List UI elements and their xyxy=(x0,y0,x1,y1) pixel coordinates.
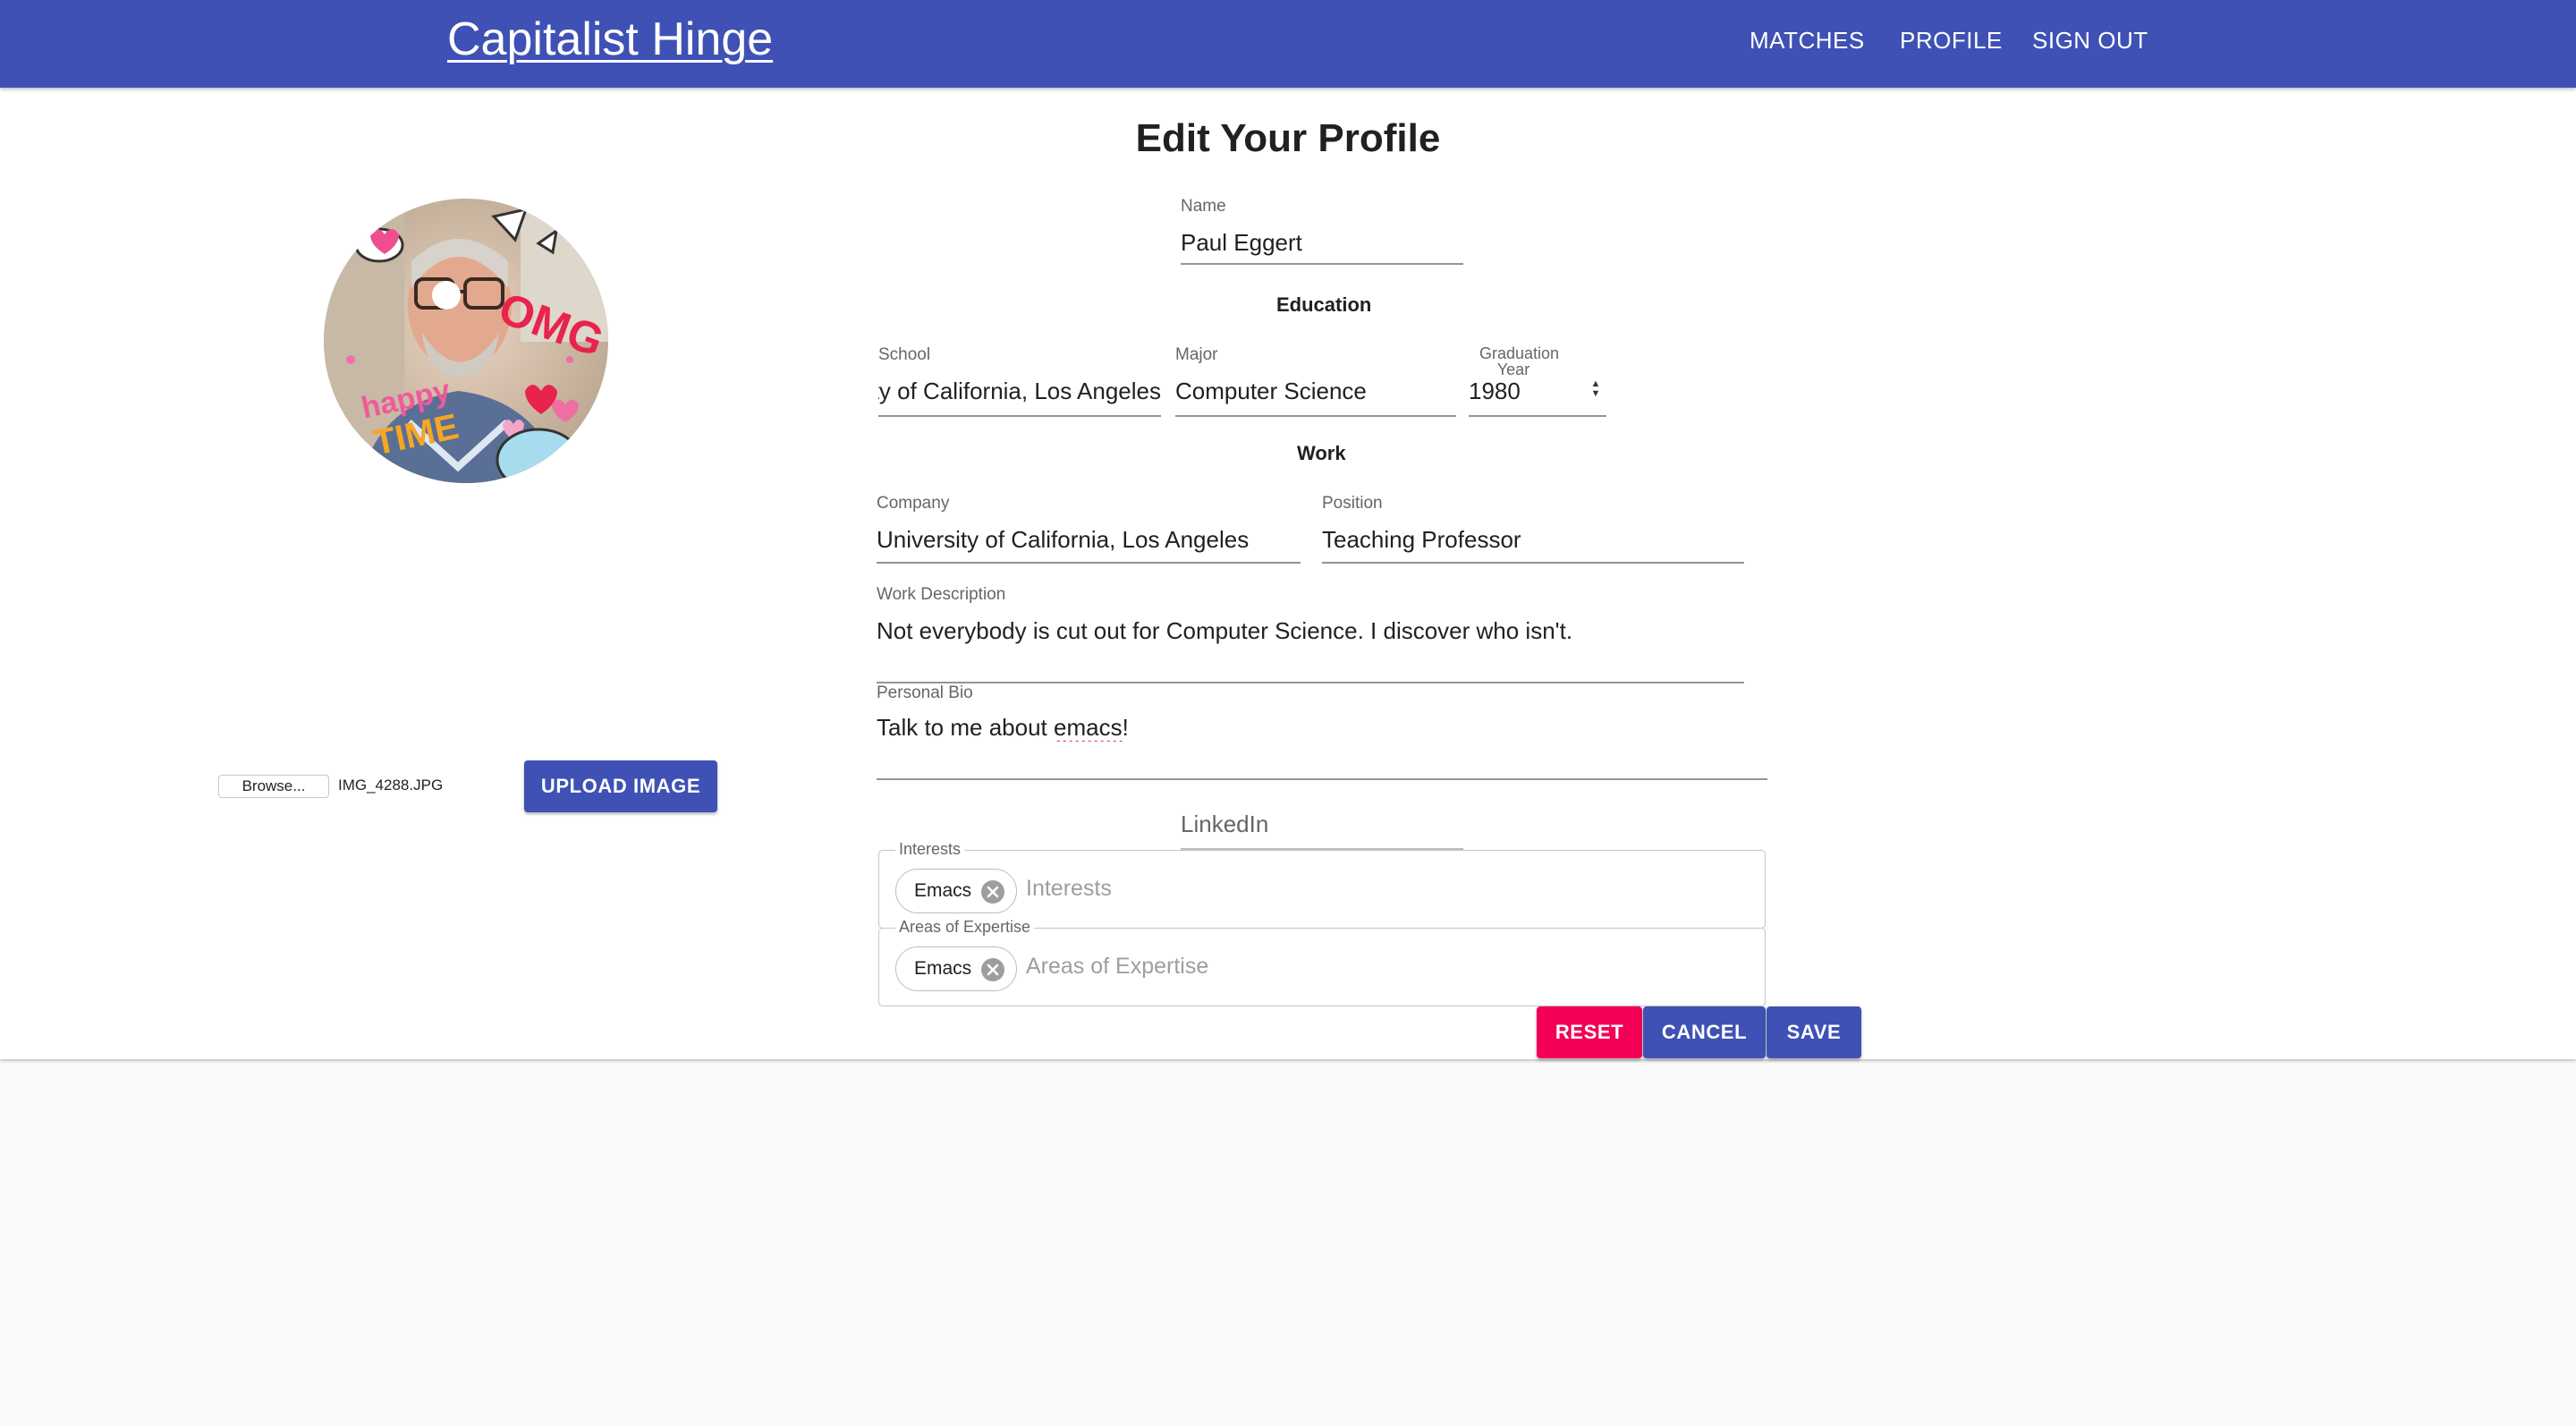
position-input[interactable]: Teaching Professor xyxy=(1322,526,1521,554)
major-input[interactable]: Computer Science xyxy=(1175,378,1367,405)
graduation-year-label: Graduation Year xyxy=(1479,344,1560,378)
graduation-year-input[interactable]: 1980 xyxy=(1469,378,1521,405)
interest-chip[interactable]: Emacs xyxy=(895,869,1017,913)
expertise-chip[interactable]: Emacs xyxy=(895,946,1017,991)
chip-label: Emacs xyxy=(914,880,972,901)
major-label: Major xyxy=(1175,345,1218,364)
chip-delete-icon[interactable] xyxy=(980,957,1005,982)
work-description-field[interactable]: Work Description Not everybody is cut ou… xyxy=(877,585,1744,683)
work-description-label: Work Description xyxy=(877,585,1006,604)
interests-field[interactable]: Interests Emacs Interests xyxy=(878,840,1766,929)
chip-delete-icon[interactable] xyxy=(980,879,1005,904)
expertise-label: Areas of Expertise xyxy=(895,918,1035,937)
page-title: Edit Your Profile xyxy=(1135,116,1441,160)
profile-avatar: OMG happy TIME xyxy=(324,199,608,483)
work-description-input[interactable]: Not everybody is cut out for Computer Sc… xyxy=(877,617,1572,645)
company-label: Company xyxy=(877,494,950,513)
upload-image-button[interactable]: UPLOAD IMAGE xyxy=(524,760,717,812)
interests-input-placeholder[interactable]: Interests xyxy=(1026,876,1112,902)
school-input[interactable]: University of California, Los Angeles xyxy=(878,378,1161,405)
position-field[interactable]: Position Teaching Professor xyxy=(1322,494,1744,564)
personal-bio-input[interactable]: Talk to me about emacs! xyxy=(877,714,1129,742)
bio-text-after: ! xyxy=(1122,714,1129,741)
work-heading: Work xyxy=(1297,442,1346,464)
company-field[interactable]: Company University of California, Los An… xyxy=(877,494,1301,564)
nav-matches-link[interactable]: MATCHES xyxy=(1750,27,1865,55)
school-label: School xyxy=(878,345,931,364)
linkedin-field[interactable]: LinkedIn xyxy=(1181,796,1463,850)
browse-file-button[interactable]: Browse... xyxy=(218,775,329,798)
personal-bio-field[interactable]: Personal Bio Talk to me about emacs! xyxy=(877,683,1767,780)
app-title-link[interactable]: Capitalist Hinge xyxy=(447,13,773,66)
name-label: Name xyxy=(1181,197,1226,216)
graduation-year-field[interactable]: Graduation Year 1980 ▲ ▼ xyxy=(1469,345,1606,417)
name-input[interactable]: Paul Eggert xyxy=(1181,229,1302,257)
expertise-input-placeholder[interactable]: Areas of Expertise xyxy=(1026,954,1208,980)
linkedin-input-placeholder[interactable]: LinkedIn xyxy=(1181,811,1268,838)
app-bar: Capitalist Hinge MATCHES PROFILE SIGN OU… xyxy=(0,0,2576,88)
major-field[interactable]: Major Computer Science xyxy=(1175,345,1456,417)
position-label: Position xyxy=(1322,494,1383,513)
avatar-image: OMG happy TIME xyxy=(324,199,608,483)
school-value: University of California, Los Angeles xyxy=(878,378,1161,404)
spellcheck-word: emacs xyxy=(1054,714,1123,741)
cancel-button[interactable]: CANCEL xyxy=(1643,1006,1766,1058)
selected-file-name: IMG_4288.JPG xyxy=(338,777,444,794)
number-spinner-icon[interactable]: ▲ ▼ xyxy=(1589,379,1603,401)
interests-label: Interests xyxy=(895,840,965,859)
expertise-field[interactable]: Areas of Expertise Emacs Areas of Expert… xyxy=(878,918,1766,1006)
company-input[interactable]: University of California, Los Angeles xyxy=(877,526,1249,554)
bio-text-before: Talk to me about xyxy=(877,714,1054,741)
education-heading: Education xyxy=(1276,293,1372,316)
save-button[interactable]: SAVE xyxy=(1767,1006,1861,1058)
personal-bio-label: Personal Bio xyxy=(877,683,973,702)
chip-label: Emacs xyxy=(914,958,972,979)
nav-profile-link[interactable]: PROFILE xyxy=(1900,27,2003,55)
name-field[interactable]: Name Paul Eggert xyxy=(1181,197,1463,265)
school-field[interactable]: School University of California, Los Ang… xyxy=(878,345,1161,417)
reset-button[interactable]: RESET xyxy=(1537,1006,1642,1058)
nav-sign-out-link[interactable]: SIGN OUT xyxy=(2032,27,2148,55)
